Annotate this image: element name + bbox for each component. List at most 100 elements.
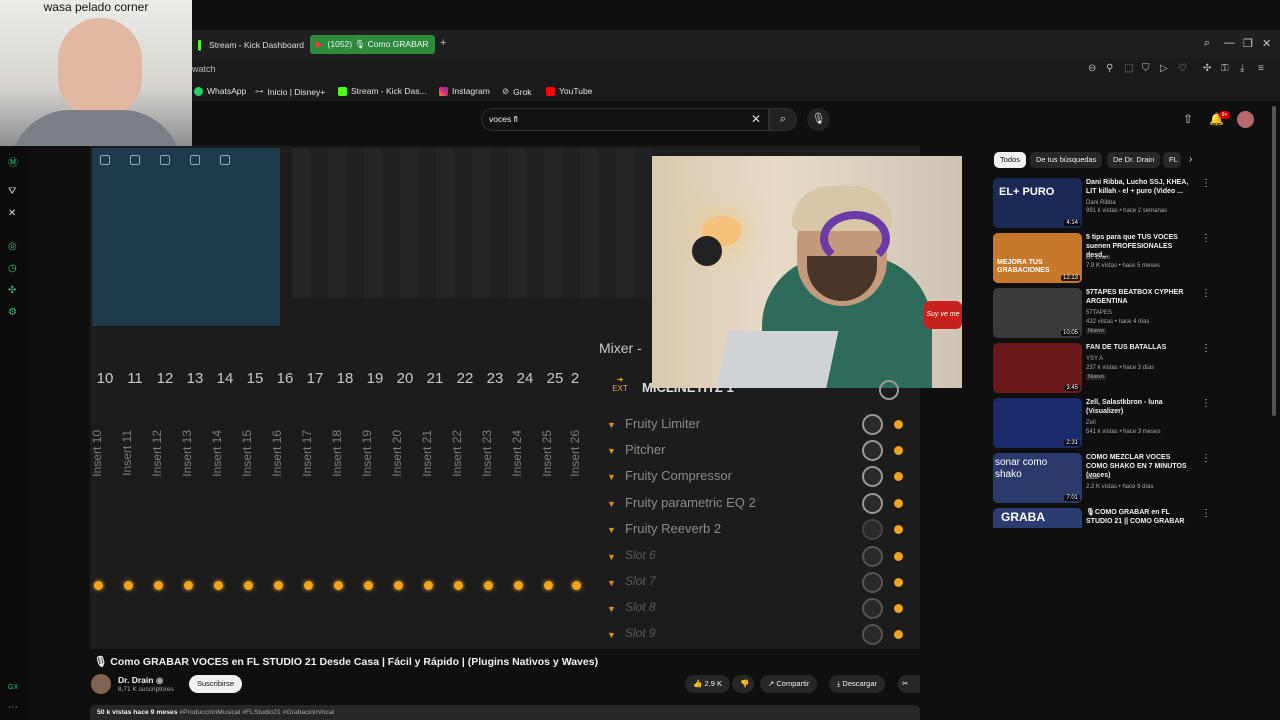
more-options-icon[interactable]: ⋮: [1201, 398, 1211, 409]
video-thumbnail[interactable]: GRABA: [993, 508, 1082, 528]
kick-icon: ▌: [198, 39, 205, 50]
slot-mix-knob: [862, 546, 883, 567]
video-thumbnail[interactable]: sonar como shako 7:01: [993, 453, 1082, 503]
recommendation-title[interactable]: FAN DE TUS BATALLAS: [1086, 343, 1194, 352]
slot-mix-knob: [862, 466, 883, 487]
slot-name: Slot 9: [625, 626, 656, 640]
video-thumbnail[interactable]: 2:31: [993, 398, 1082, 448]
more-options-icon[interactable]: ⋮: [1201, 233, 1211, 244]
menu-icon[interactable]: ≡: [1258, 63, 1264, 74]
sidebar-gx-icon[interactable]: GX: [8, 684, 18, 691]
tab-youtube-active[interactable]: ▶ (1052) 🎙 Como GRABAR: [310, 35, 435, 54]
slot-arrow-icon: ▼: [607, 578, 616, 588]
instagram-icon: [439, 86, 448, 96]
download-icon[interactable]: ⤓: [1240, 63, 1244, 74]
sidebar-x-icon[interactable]: ✕: [8, 208, 16, 219]
more-options-icon[interactable]: ⋮: [1201, 343, 1211, 354]
recommendation-meta: 2.2 K vistas • hace 9 días: [1086, 484, 1154, 490]
heart-icon[interactable]: ♡: [1178, 63, 1187, 74]
bookmark-grok[interactable]: ⊘ Grok: [502, 86, 532, 97]
restore-icon[interactable]: ❐: [1243, 37, 1253, 50]
video-grid-square: [100, 155, 110, 165]
recommendation-title[interactable]: 🎙COMO GRABAR en FL STUDIO 21 || COMO GRA…: [1086, 508, 1194, 526]
video-duration: 2:31: [1064, 440, 1080, 446]
more-options-icon[interactable]: ⋮: [1201, 288, 1211, 299]
recommendation-title[interactable]: 57TAPES BEATBOX CYPHER ARGENTINA: [1086, 288, 1194, 306]
more-options-icon[interactable]: ⋮: [1201, 178, 1211, 189]
url-text[interactable]: watch: [192, 64, 216, 74]
clip-button[interactable]: ✂: [898, 675, 920, 693]
share-button[interactable]: ↗ Compartir: [760, 675, 818, 693]
sidebar-history-icon[interactable]: ◷: [8, 263, 17, 274]
slot-arrow-icon: ▼: [607, 604, 616, 614]
sidebar-settings-icon[interactable]: ⚙: [8, 307, 17, 318]
close-window-icon[interactable]: ✕: [1262, 37, 1271, 50]
voice-search-button[interactable]: 🎙: [807, 108, 830, 131]
video-thumbnail[interactable]: 3:45: [993, 343, 1082, 393]
sidebar-more-icon[interactable]: ⋯: [8, 702, 18, 713]
recommendation-channel[interactable]: YSY A: [1086, 356, 1103, 362]
tab-kick-dashboard[interactable]: ▌ Stream - Kick Dashboard: [192, 35, 310, 54]
extensions-icon[interactable]: ✣: [1203, 63, 1211, 74]
recommendation-channel[interactable]: Zell: [1086, 420, 1096, 426]
recommendation-channel[interactable]: Dr. Drain: [1086, 255, 1110, 261]
chip-searches[interactable]: De tus búsquedas: [1030, 152, 1103, 168]
more-options-icon[interactable]: ⋮: [1201, 453, 1211, 464]
chip-channel[interactable]: De Dr. Drain: [1107, 152, 1161, 168]
screenshot-icon[interactable]: ⬚: [1124, 63, 1133, 74]
upload-icon[interactable]: ⇧: [1183, 112, 1193, 126]
sidebar-a-icon[interactable]: ⛛: [8, 186, 16, 197]
more-options-icon[interactable]: ⋮: [1201, 508, 1211, 519]
bookmark-disney[interactable]: ⊶ Inicio | Disney+: [255, 86, 325, 97]
recommendation-item[interactable]: GRABA 🎙COMO GRABAR en FL STUDIO 21 || CO…: [993, 508, 1213, 528]
video-thumbnail[interactable]: EL+ PURO 4:14: [993, 178, 1082, 228]
download-button[interactable]: ⤓ Descargar: [829, 675, 886, 693]
notification-badge: 9+: [1219, 111, 1230, 119]
chip-fl[interactable]: FL: [1163, 152, 1181, 168]
video-thumbnail[interactable]: MEJORA TUS GRABACIONES 12:13: [993, 233, 1082, 283]
recommendation-title[interactable]: Dani Ribba, Lucho SSJ, KHEA, LIT killah …: [1086, 178, 1194, 196]
search-box[interactable]: [481, 108, 769, 131]
recommendation-channel[interactable]: 57TAPES: [1086, 310, 1112, 316]
shield-icon[interactable]: ⛉: [1142, 63, 1150, 74]
zoom-icon[interactable]: ⊖: [1088, 63, 1096, 74]
sidebar-m-icon[interactable]: Ⓜ: [8, 154, 18, 169]
video-thumbnail[interactable]: 10:05: [993, 288, 1082, 338]
thumbs-up-icon: 👍: [693, 679, 703, 688]
play-icon[interactable]: ▷: [1160, 63, 1168, 74]
bookmark-instagram[interactable]: Instagram: [439, 86, 490, 96]
recommendation-channel[interactable]: Dani Ribba: [1086, 200, 1116, 206]
minimize-icon[interactable]: —: [1224, 37, 1235, 49]
search-button[interactable]: ⌕: [769, 108, 797, 131]
scrollbar[interactable]: [1272, 106, 1276, 416]
sidebar-extension-icon[interactable]: ✣: [8, 285, 16, 296]
recommendation-title[interactable]: Zell, Salastkbron - luna (Visualizer): [1086, 398, 1194, 416]
channel-avatar[interactable]: [91, 674, 111, 694]
recommendation-item[interactable]: 2:31 Zell, Salastkbron - luna (Visualize…: [993, 398, 1213, 448]
mixer-led: [124, 581, 133, 590]
search-tabs-icon[interactable]: ⌕: [1204, 37, 1210, 50]
bookmark-whatsapp[interactable]: WhatsApp: [194, 86, 246, 96]
subscribe-button[interactable]: Suscribirse: [189, 675, 243, 693]
like-button[interactable]: 👍 2.9 K: [685, 675, 730, 693]
lock-icon[interactable]: ⚿: [1221, 63, 1229, 74]
sidebar-chat-icon[interactable]: ◎: [8, 241, 17, 252]
account-avatar[interactable]: [1237, 111, 1254, 128]
recommendation-item[interactable]: 3:45 FAN DE TUS BATALLAS YSY A 237 k vis…: [993, 343, 1213, 393]
pin-icon[interactable]: ⚲: [1106, 63, 1113, 74]
channel-name[interactable]: Dr. Drain ◉: [118, 675, 163, 686]
chevron-right-icon[interactable]: ›: [1189, 154, 1192, 165]
chip-todos[interactable]: Todos: [994, 152, 1027, 168]
recommendation-item[interactable]: EL+ PURO 4:14 Dani Ribba, Lucho SSJ, KHEA…: [993, 178, 1213, 228]
recommendation-item[interactable]: sonar como shako 7:01 COMO MEZCLAR VOCES …: [993, 453, 1213, 503]
new-tab-button[interactable]: +: [440, 37, 446, 49]
search-input[interactable]: voces fl: [489, 114, 518, 124]
dislike-button[interactable]: 👎: [732, 675, 754, 693]
bookmark-youtube[interactable]: YouTube: [546, 86, 592, 96]
recommendation-channel[interactable]: nadir: [1086, 475, 1099, 481]
recommendation-item[interactable]: MEJORA TUS GRABACIONES 12:13 5 tips para …: [993, 233, 1213, 283]
bookmark-kick[interactable]: Stream - Kick Das...: [338, 86, 427, 96]
recommendation-item[interactable]: 10:05 57TAPES BEATBOX CYPHER ARGENTINA 5…: [993, 288, 1213, 338]
clear-search-icon[interactable]: ✕: [751, 112, 761, 126]
recommendation-title[interactable]: COMO MEZCLAR VOCES COMO SHAKO EN 7 MINUT…: [1086, 453, 1194, 480]
